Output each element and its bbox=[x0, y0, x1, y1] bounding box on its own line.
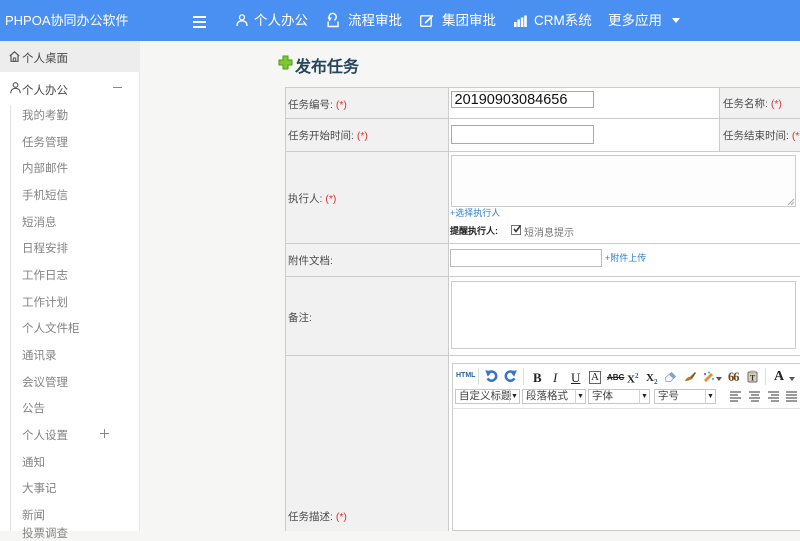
svg-text:T: T bbox=[750, 374, 756, 383]
